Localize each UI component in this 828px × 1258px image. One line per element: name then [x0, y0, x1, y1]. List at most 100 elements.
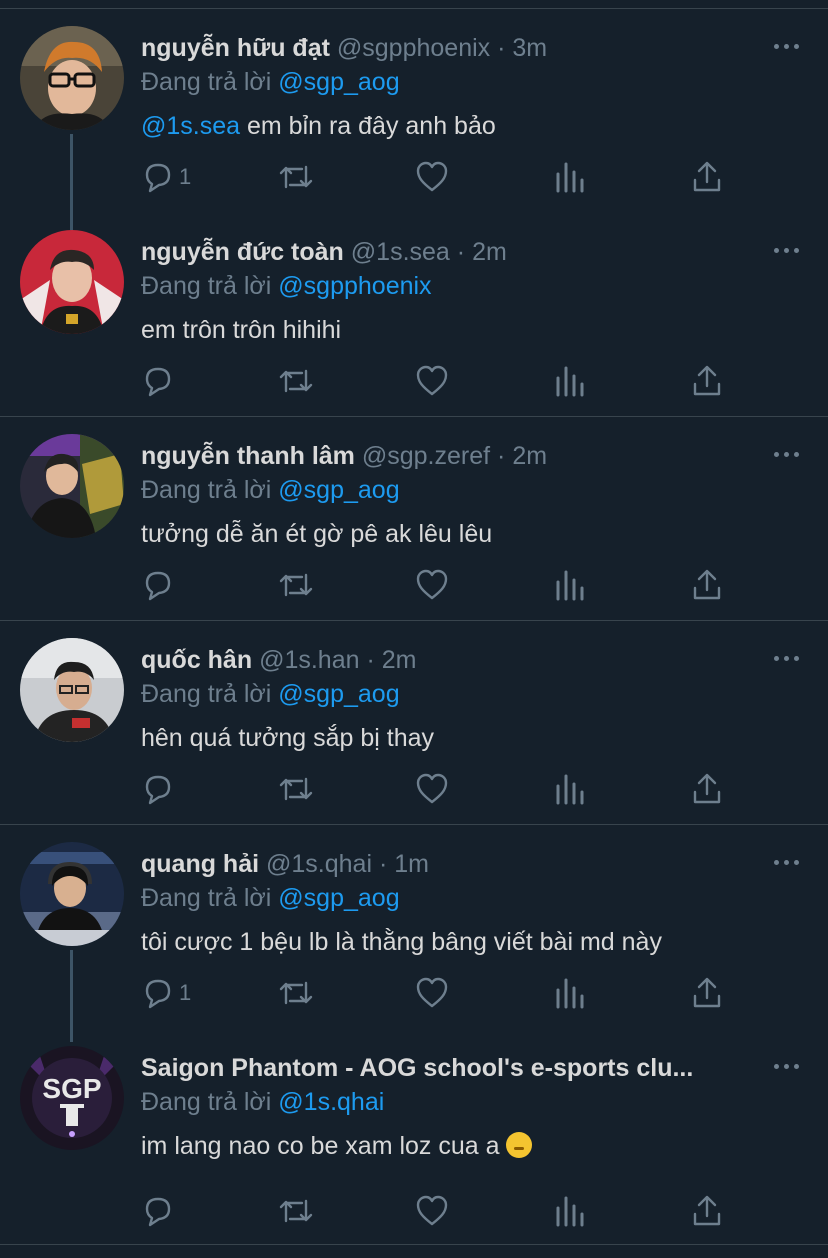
analytics-button[interactable] — [555, 568, 585, 602]
timestamp[interactable]: 3m — [512, 34, 547, 62]
retweet-button[interactable] — [277, 160, 315, 194]
share-button[interactable] — [691, 160, 723, 194]
author-name[interactable]: nguyễn thanh lâm — [141, 442, 355, 470]
analytics-icon — [556, 570, 584, 601]
like-button[interactable] — [415, 976, 449, 1010]
more-icon[interactable] — [774, 1060, 800, 1074]
tweet[interactable]: quang hải @1s.qhai · 1m Đang trả lời @sg… — [0, 828, 828, 1028]
tweet[interactable]: SGP Saigon Phantom - AOG school's e-spor… — [0, 1032, 828, 1242]
reply-icon — [145, 775, 171, 805]
author-name[interactable]: quang hải — [141, 850, 259, 878]
analytics-icon — [556, 366, 584, 397]
like-icon — [416, 365, 448, 396]
more-icon[interactable] — [774, 652, 800, 666]
avatar[interactable]: SGP — [20, 1046, 124, 1150]
text-content: hên quá tưởng sắp bị thay — [141, 724, 435, 752]
tweet[interactable]: nguyễn thanh lâm @sgp.zeref · 2m Đang tr… — [0, 420, 828, 620]
author-handle[interactable]: @1s.sea — [351, 238, 450, 266]
tweet-divider — [0, 416, 828, 417]
replying-to-mention[interactable]: @sgp_aog — [278, 476, 399, 504]
retweet-icon — [279, 573, 313, 597]
retweet-button[interactable] — [277, 976, 315, 1010]
avatar[interactable] — [20, 842, 124, 946]
share-icon — [693, 773, 721, 804]
replying-to-label: Đang trả lời — [141, 884, 272, 912]
share-button[interactable] — [691, 364, 723, 398]
text-mention[interactable]: @1s.sea — [141, 112, 240, 140]
more-icon[interactable] — [774, 40, 800, 54]
analytics-icon — [556, 162, 584, 193]
analytics-button[interactable] — [555, 160, 585, 194]
tweet[interactable]: quốc hân @1s.han · 2m Đang trả lời @sgp_… — [0, 624, 828, 824]
tweet[interactable]: nguyễn hữu đạt @sgpphoenix · 3m Đang trả… — [0, 12, 828, 212]
replying-to-mention[interactable]: @sgp_aog — [278, 68, 399, 96]
author-handle[interactable]: @sgpphoenix — [337, 34, 490, 62]
like-button[interactable] — [415, 160, 449, 194]
author-handle[interactable]: @sgp.zeref — [362, 442, 490, 470]
like-icon — [416, 977, 448, 1008]
like-button[interactable] — [415, 568, 449, 602]
reply-icon — [145, 163, 171, 193]
like-button[interactable] — [415, 1194, 449, 1228]
retweet-button[interactable] — [277, 364, 315, 398]
top-divider — [0, 8, 828, 9]
retweet-button[interactable] — [277, 1194, 315, 1228]
retweet-icon — [279, 1199, 313, 1223]
timestamp[interactable]: 2m — [472, 238, 507, 266]
reply-button[interactable] — [141, 568, 175, 602]
text-content: em trôn trôn hihihi — [141, 316, 342, 344]
analytics-button[interactable] — [555, 976, 585, 1010]
tweet[interactable]: nguyễn đức toàn @1s.sea · 2m Đang trả lờ… — [0, 216, 828, 416]
text-content: im lang nao co be xam loz cua a — [141, 1132, 507, 1160]
more-icon[interactable] — [774, 448, 800, 462]
reply-button[interactable]: 1 — [141, 976, 191, 1010]
avatar[interactable] — [20, 638, 124, 742]
avatar[interactable] — [20, 434, 124, 538]
author-handle[interactable]: @1s.han — [259, 646, 359, 674]
retweet-button[interactable] — [277, 568, 315, 602]
avatar[interactable] — [20, 230, 124, 334]
tweet-text: im lang nao co be xam loz cua a — [141, 1130, 533, 1162]
replying-to-mention[interactable]: @sgpphoenix — [278, 272, 431, 300]
more-icon[interactable] — [774, 244, 800, 258]
retweet-button[interactable] — [277, 772, 315, 806]
analytics-button[interactable] — [555, 364, 585, 398]
replying-to-mention[interactable]: @sgp_aog — [278, 680, 399, 708]
author-name[interactable]: nguyễn đức toàn — [141, 238, 344, 266]
reply-icon — [145, 367, 171, 397]
share-icon — [693, 977, 721, 1008]
tweet-header: nguyễn hữu đạt @sgpphoenix · 3m — [141, 32, 761, 64]
share-button[interactable] — [691, 568, 723, 602]
like-icon — [416, 773, 448, 804]
reply-button[interactable] — [141, 364, 175, 398]
retweet-icon — [279, 981, 313, 1005]
separator-dot: · — [378, 850, 388, 878]
share-button[interactable] — [691, 772, 723, 806]
replying-to-mention[interactable]: @1s.qhai — [278, 1088, 384, 1116]
action-bar — [141, 1194, 741, 1228]
like-button[interactable] — [415, 364, 449, 398]
text-content: em bỉn ra đây anh bảo — [240, 112, 496, 140]
timestamp[interactable]: 1m — [394, 850, 429, 878]
share-button[interactable] — [691, 976, 723, 1010]
analytics-icon — [556, 1196, 584, 1227]
reply-button[interactable] — [141, 772, 175, 806]
author-name[interactable]: quốc hân — [141, 646, 252, 674]
reply-button[interactable]: 1 — [141, 160, 191, 194]
like-button[interactable] — [415, 772, 449, 806]
tweet-divider — [0, 620, 828, 621]
timestamp[interactable]: 2m — [382, 646, 417, 674]
timestamp[interactable]: 2m — [512, 442, 547, 470]
reply-button[interactable] — [141, 1194, 175, 1228]
author-name[interactable]: nguyễn hữu đạt — [141, 34, 330, 62]
tweet-divider — [0, 1244, 828, 1245]
analytics-button[interactable] — [555, 1194, 585, 1228]
reply-icon — [145, 571, 171, 601]
author-handle[interactable]: @1s.qhai — [266, 850, 372, 878]
analytics-button[interactable] — [555, 772, 585, 806]
replying-to-mention[interactable]: @sgp_aog — [278, 884, 399, 912]
avatar[interactable] — [20, 26, 124, 130]
share-button[interactable] — [691, 1194, 723, 1228]
author-name[interactable]: Saigon Phantom - AOG school's e-sports c… — [141, 1054, 693, 1082]
more-icon[interactable] — [774, 856, 800, 870]
